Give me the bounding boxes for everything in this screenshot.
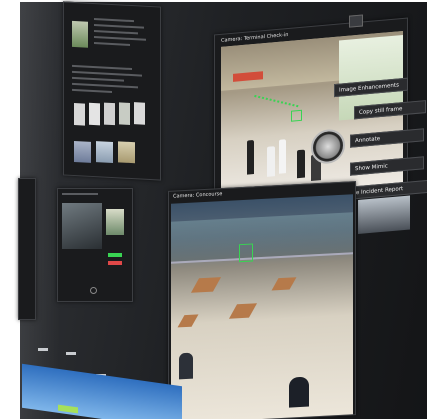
menu-item-show-mimic[interactable]: Show Mimic [350, 156, 424, 176]
live-face-capture [62, 203, 102, 249]
left-partial-panel [18, 178, 36, 320]
floor-tile [177, 314, 199, 328]
profile-text-line [94, 42, 130, 46]
tracking-path [253, 94, 299, 110]
crowd-person [179, 352, 193, 380]
document-thumbnail[interactable] [74, 103, 85, 126]
video-wall-scene: Camera: Terminal Check-in Image Enhancem… [0, 0, 427, 419]
document-thumbnail[interactable] [119, 102, 130, 125]
profile-text-line [72, 88, 112, 93]
id-card-thumbnail[interactable] [118, 141, 135, 164]
status-pill[interactable] [38, 348, 48, 351]
document-thumbnail[interactable] [104, 102, 115, 126]
profile-text-line [72, 64, 132, 71]
camera-title: Camera: Concourse [173, 191, 223, 200]
profile-text-line [94, 30, 138, 35]
profile-panel [63, 1, 161, 181]
id-card-thumbnail[interactable] [74, 141, 91, 163]
profile-text-line [72, 76, 124, 82]
match-indicator [108, 253, 122, 257]
profile-text-line [72, 82, 138, 89]
document-thumbnail[interactable] [134, 102, 145, 125]
tracked-person-box[interactable] [291, 109, 302, 122]
profile-text-line [72, 70, 142, 77]
camera-panel-concourse: Camera: Concourse [168, 181, 356, 419]
crowd-person [279, 139, 286, 174]
id-card-thumbnail[interactable] [96, 141, 113, 164]
glass-barrier [171, 212, 353, 264]
profile-text-line [94, 36, 146, 41]
profile-text-line [94, 18, 134, 23]
status-pill[interactable] [66, 352, 76, 355]
preview-thumbnail [358, 195, 410, 235]
camera-settings-icon[interactable] [349, 14, 363, 28]
floor-tile [228, 303, 258, 319]
menu-item-copy-still-frame[interactable]: Copy still frame [354, 100, 426, 120]
crowd-person [267, 146, 275, 177]
face-comparison-panel [57, 188, 133, 302]
menu-item-annotate[interactable]: Annotate [350, 128, 424, 148]
floor-tile [190, 277, 222, 293]
document-thumbnail[interactable] [89, 102, 100, 126]
camera-feed-concourse[interactable] [171, 194, 353, 419]
profile-photo [72, 20, 88, 48]
crowd-person [247, 139, 254, 175]
profile-text-line [94, 24, 144, 29]
control-icon[interactable] [90, 287, 97, 294]
match-indicator [108, 261, 122, 265]
crowd-person [297, 149, 305, 179]
floor-tile [271, 277, 297, 291]
panel-header-line [62, 193, 98, 195]
crowd-person [289, 376, 309, 408]
tracked-person-box[interactable] [239, 243, 253, 263]
reference-face-photo [106, 209, 124, 235]
